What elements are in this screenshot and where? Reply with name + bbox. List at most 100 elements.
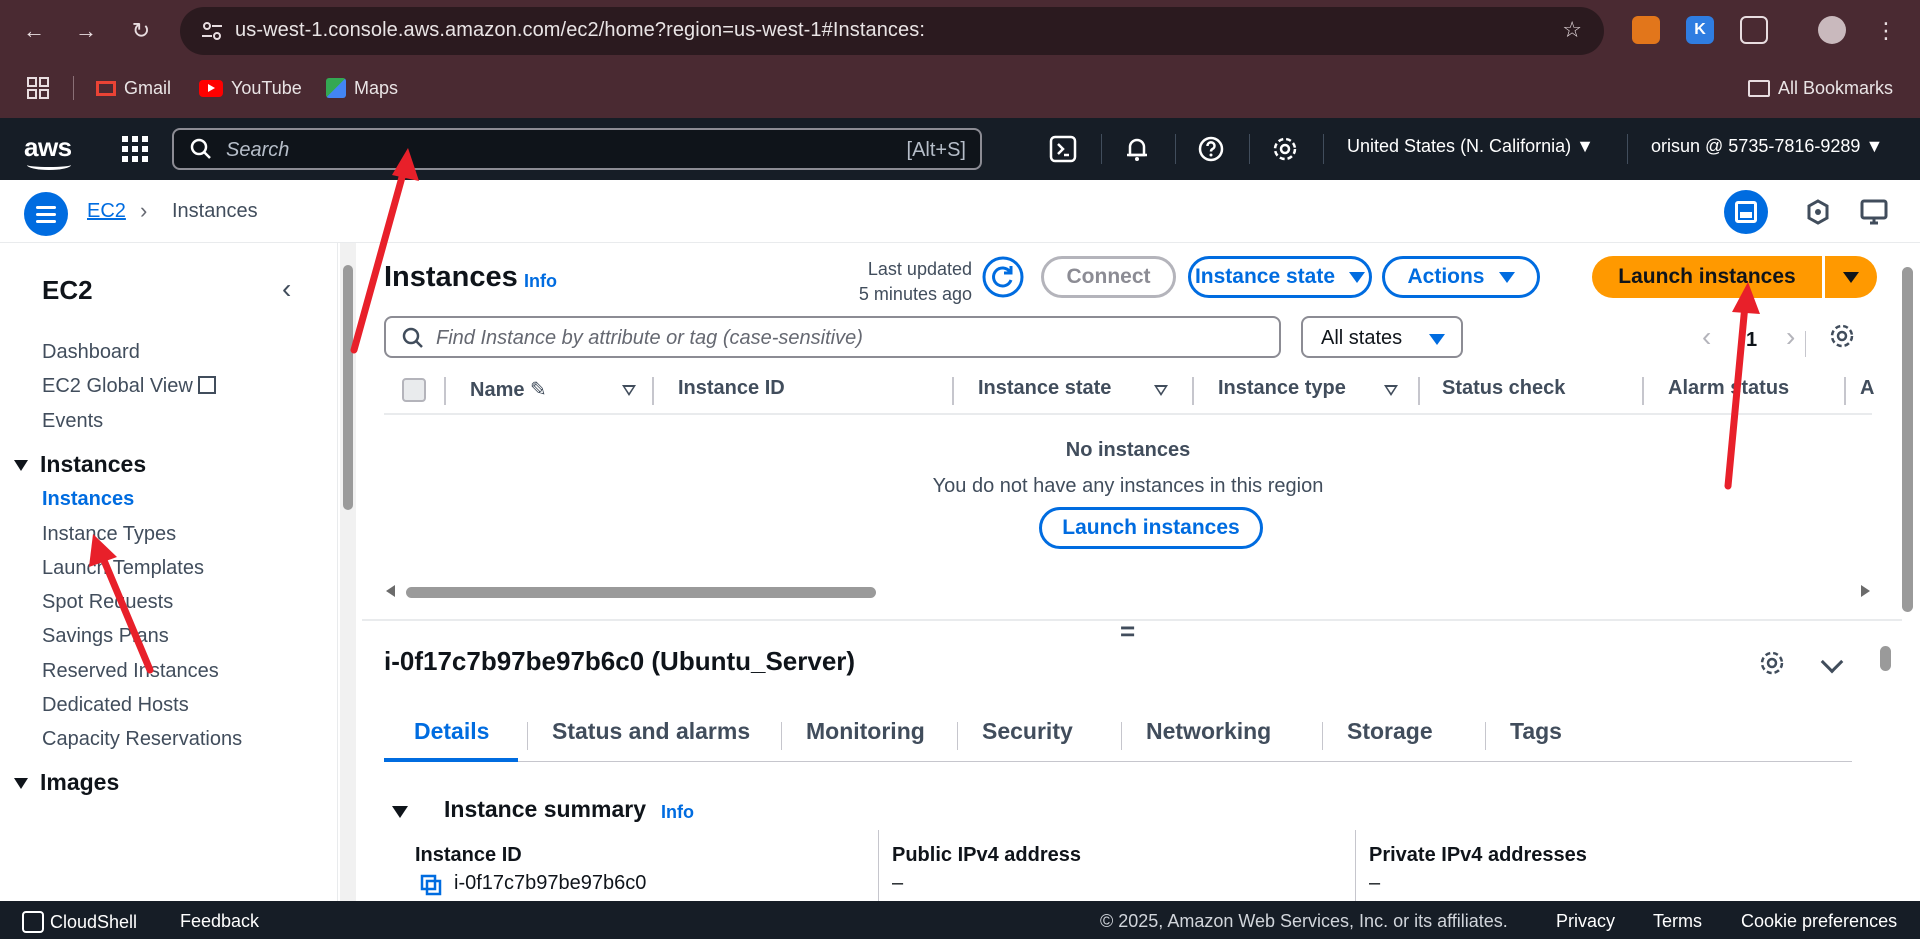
bookmark-youtube[interactable]: YouTube (199, 76, 302, 100)
privacy-link[interactable]: Privacy (1556, 911, 1615, 932)
extensions-puzzle-icon[interactable] (1740, 16, 1768, 44)
side-nav-scrollbar[interactable] (340, 243, 356, 901)
sidebar-item-savings-plans[interactable]: Savings Plans (42, 625, 169, 648)
next-page-icon[interactable]: › (1786, 321, 1795, 353)
bookmark-star-icon[interactable]: ☆ (1562, 17, 1582, 43)
terms-link[interactable]: Terms (1653, 911, 1702, 932)
collapse-panel-chevron-icon[interactable] (1820, 650, 1844, 674)
console-search-input[interactable]: Search [Alt+S] (172, 128, 982, 170)
site-settings-icon[interactable] (200, 19, 224, 43)
bookmark-gmail[interactable]: Gmail (96, 76, 171, 100)
state-filter-select[interactable]: All states (1301, 316, 1463, 358)
sidebar-section-images[interactable]: Images (14, 769, 119, 796)
tab-networking[interactable]: Networking (1146, 718, 1271, 745)
profile-avatar[interactable] (1818, 16, 1846, 44)
services-grid-icon[interactable] (122, 136, 148, 162)
column-header-truncated[interactable]: A (1860, 377, 1874, 400)
metamask-extension-icon[interactable] (1632, 16, 1660, 44)
hexagon-cloud-icon[interactable] (1796, 190, 1840, 234)
caret-down-icon[interactable] (392, 806, 408, 818)
refresh-icon[interactable] (982, 256, 1024, 298)
feedback-link[interactable]: Feedback (180, 911, 259, 932)
select-all-checkbox[interactable] (402, 378, 426, 402)
empty-launch-instances-button[interactable]: Launch instances (1039, 507, 1263, 549)
column-header-instance-id[interactable]: Instance ID (678, 377, 785, 400)
bookmark-maps[interactable]: Maps (326, 76, 398, 100)
sidebar-item-reserved-instances[interactable]: Reserved Instances (42, 660, 219, 683)
split-panel-toggle-icon[interactable] (1724, 190, 1768, 234)
all-bookmarks[interactable]: All Bookmarks (1748, 76, 1893, 100)
instance-filter-input[interactable]: Find Instance by attribute or tag (case-… (384, 316, 1281, 358)
detail-vertical-scrollbar[interactable] (1876, 624, 1894, 901)
url-text[interactable]: us-west-1.console.aws.amazon.com/ec2/hom… (235, 19, 925, 42)
tab-tags[interactable]: Tags (1510, 718, 1562, 745)
scrollbar-thumb[interactable] (406, 587, 876, 598)
settings-gear-icon[interactable] (1270, 134, 1300, 164)
apps-grid-icon[interactable] (27, 76, 49, 100)
detail-settings-gear-icon[interactable] (1757, 648, 1787, 678)
sidebar-item-global-view[interactable]: EC2 Global View (42, 375, 217, 398)
k-extension-icon[interactable]: K (1686, 16, 1714, 44)
launch-instances-button[interactable]: Launch instances (1592, 256, 1822, 298)
breadcrumb-ec2-link[interactable]: EC2 (87, 200, 126, 223)
sidebar-item-dashboard[interactable]: Dashboard (42, 341, 140, 364)
sort-icon[interactable] (622, 385, 636, 396)
scrollbar-thumb[interactable] (1880, 646, 1891, 671)
forward-icon[interactable]: → (70, 15, 102, 47)
column-header-alarm-status[interactable]: Alarm status (1668, 377, 1789, 400)
cookie-preferences-link[interactable]: Cookie preferences (1741, 911, 1897, 932)
scroll-left-arrow-icon[interactable] (386, 585, 395, 597)
collapse-nav-chevron-icon[interactable]: ‹ (282, 273, 291, 305)
page-number[interactable]: 1 (1746, 329, 1757, 352)
tab-security[interactable]: Security (982, 718, 1073, 745)
tab-storage[interactable]: Storage (1347, 718, 1433, 745)
sort-icon[interactable] (1154, 385, 1168, 396)
scrollbar-thumb[interactable] (1902, 267, 1913, 612)
sidebar-item-instance-types[interactable]: Instance Types (42, 523, 176, 546)
column-header-name[interactable]: Name ✎ (470, 377, 547, 402)
column-header-status-check[interactable]: Status check (1442, 377, 1565, 400)
table-preferences-gear-icon[interactable] (1828, 322, 1856, 350)
tab-details[interactable]: Details (414, 718, 489, 745)
main-vertical-scrollbar[interactable] (1898, 243, 1916, 621)
tab-monitoring[interactable]: Monitoring (806, 718, 925, 745)
monitor-settings-icon[interactable] (1852, 190, 1896, 234)
tab-status-and-alarms[interactable]: Status and alarms (552, 718, 750, 745)
summary-title[interactable]: Instance summary (444, 796, 646, 823)
sidebar-item-launch-templates[interactable]: Launch Templates (42, 557, 204, 580)
region-selector[interactable]: United States (N. California) ▼ (1347, 136, 1594, 157)
help-icon[interactable] (1196, 134, 1226, 164)
side-nav-title[interactable]: EC2 (42, 275, 93, 306)
sidebar-item-instances[interactable]: Instances (42, 488, 134, 511)
account-menu[interactable]: orisun @ 5735-7816-9289 ▼ (1651, 136, 1883, 157)
sidebar-item-dedicated-hosts[interactable]: Dedicated Hosts (42, 694, 189, 717)
cloudshell-icon[interactable] (1048, 134, 1078, 164)
address-bar[interactable]: us-west-1.console.aws.amazon.com/ec2/hom… (180, 7, 1604, 55)
sort-icon[interactable] (1384, 385, 1398, 396)
launch-instances-dropdown[interactable] (1825, 256, 1877, 298)
aws-logo[interactable]: aws (24, 132, 72, 163)
back-icon[interactable]: ← (18, 15, 50, 47)
resize-handle-icon[interactable]: = (1120, 618, 1135, 644)
sidebar-item-spot-requests[interactable]: Spot Requests (42, 591, 173, 614)
copy-icon[interactable] (420, 874, 442, 896)
actions-button[interactable]: Actions (1382, 256, 1540, 298)
table-horizontal-scrollbar[interactable] (384, 583, 1872, 601)
sidebar-section-instances[interactable]: Instances (14, 451, 146, 478)
sidebar-item-capacity-reservations[interactable]: Capacity Reservations (42, 728, 242, 751)
column-header-instance-type[interactable]: Instance type (1218, 377, 1346, 400)
summary-info-link[interactable]: Info (661, 802, 694, 823)
column-header-instance-state[interactable]: Instance state (978, 377, 1111, 400)
notifications-bell-icon[interactable] (1122, 134, 1152, 164)
info-link[interactable]: Info (524, 271, 557, 292)
cloudshell-footer-button[interactable]: CloudShell (22, 911, 137, 933)
reload-icon[interactable]: ↻ (125, 15, 157, 47)
side-nav-toggle-button[interactable] (24, 192, 68, 236)
connect-button[interactable]: Connect (1041, 256, 1176, 298)
browser-menu-icon[interactable]: ⋮ (1870, 15, 1902, 47)
scroll-right-arrow-icon[interactable] (1861, 585, 1870, 597)
prev-page-icon[interactable]: ‹ (1702, 321, 1711, 353)
instance-state-button[interactable]: Instance state (1188, 256, 1372, 298)
scrollbar-thumb[interactable] (343, 265, 353, 510)
sidebar-item-events[interactable]: Events (42, 410, 103, 433)
